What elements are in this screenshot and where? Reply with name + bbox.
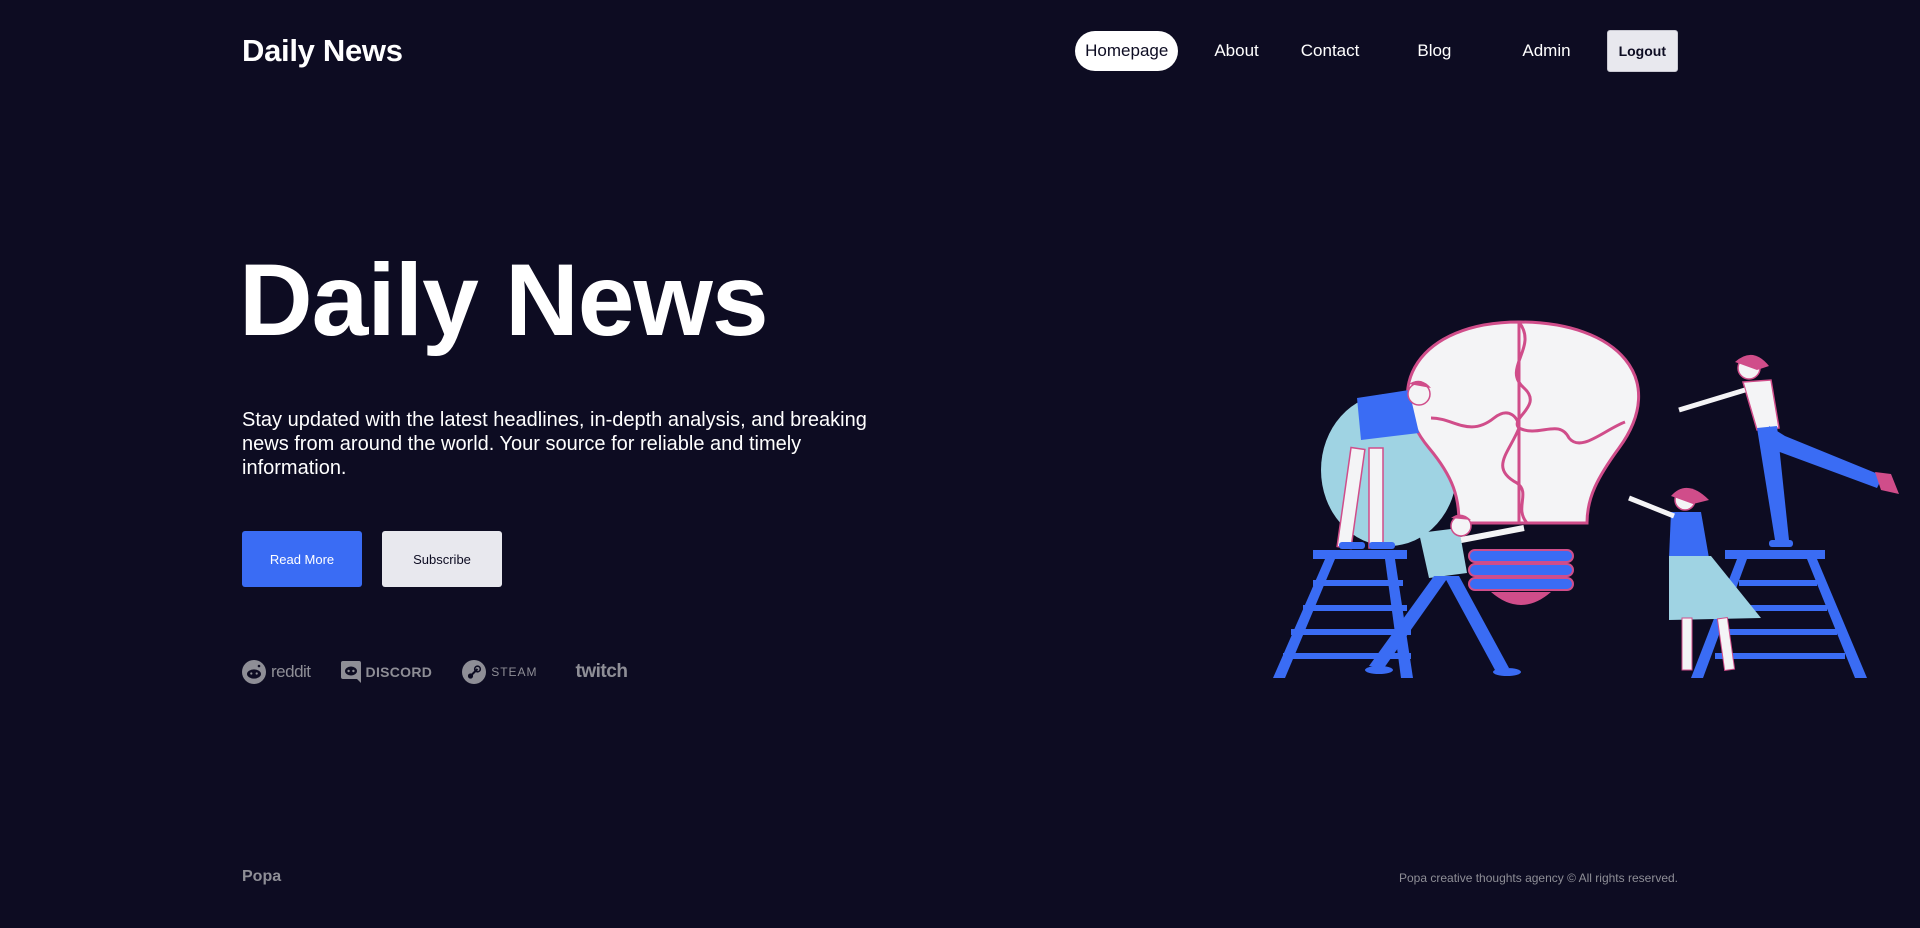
read-more-button[interactable]: Read More: [242, 531, 362, 587]
footer-brand: Popa: [242, 868, 282, 885]
footer-copyright: Popa creative thoughts agency © All righ…: [1399, 871, 1678, 885]
partner-name: DISCORD: [365, 664, 433, 680]
logout-button[interactable]: Logout: [1606, 30, 1678, 72]
hero-title: Daily News: [239, 243, 769, 357]
partner-reddit[interactable]: reddit: [242, 660, 311, 684]
partner-discord[interactable]: DISCORD: [340, 661, 433, 683]
partner-steam[interactable]: STEAM: [462, 660, 537, 684]
nav-item-admin[interactable]: Admin: [1510, 31, 1582, 71]
site-logo[interactable]: Daily News: [242, 33, 403, 69]
nav-item-about[interactable]: About: [1202, 31, 1270, 71]
lightbulb-puzzle-illustration: [1273, 320, 1899, 678]
reddit-icon: [242, 660, 266, 684]
twitch-icon: twitch: [575, 661, 628, 682]
partner-name: STEAM: [491, 665, 538, 679]
partner-twitch[interactable]: twitch: [568, 661, 628, 683]
nav-item-homepage[interactable]: Homepage: [1075, 31, 1179, 71]
page-container: Daily News Homepage About Contact Blog A…: [239, 0, 1899, 928]
partner-name: reddit: [271, 662, 311, 681]
main-nav: Homepage About Contact Blog Admin Logout: [1075, 30, 1678, 72]
header: Daily News Homepage About Contact Blog A…: [242, 30, 1678, 72]
hero-actions: Read More Subscribe: [242, 531, 502, 587]
nav-item-contact[interactable]: Contact: [1289, 31, 1372, 71]
steam-icon: [462, 660, 487, 684]
discord-icon: [340, 661, 361, 683]
subscribe-button[interactable]: Subscribe: [382, 531, 502, 587]
hero-subtitle: Stay updated with the latest headlines, …: [242, 409, 867, 479]
person-right-icon: [1678, 354, 1899, 547]
nav-item-blog[interactable]: Blog: [1405, 31, 1463, 71]
partner-logos: reddit DISCORD STEAM twitch: [242, 660, 657, 684]
person-woman-icon: [1628, 487, 1761, 672]
left-ladder-icon: [1273, 550, 1413, 678]
